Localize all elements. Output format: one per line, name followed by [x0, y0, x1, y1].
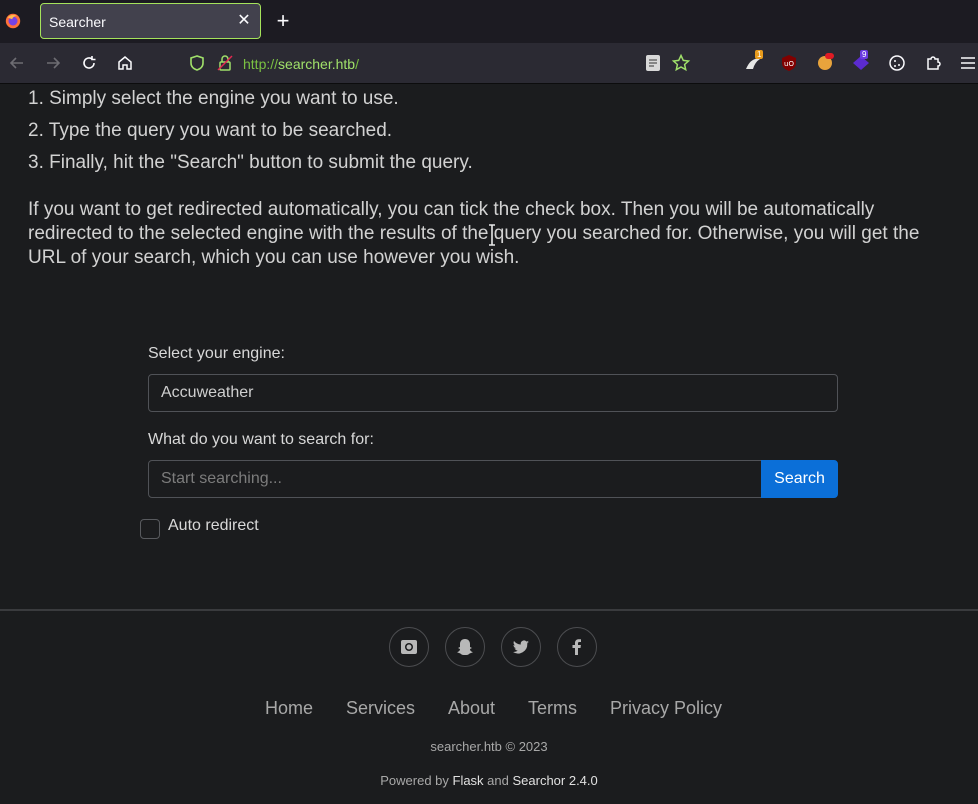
instagram-link[interactable] — [389, 627, 429, 667]
facebook-icon — [572, 639, 581, 655]
reader-view-icon[interactable] — [645, 54, 661, 72]
footer-divider — [0, 609, 978, 611]
instruction-step: 1. Simply select the engine you want to … — [28, 88, 399, 109]
snapchat-link[interactable] — [445, 627, 485, 667]
ublock-origin-icon[interactable]: uO — [779, 53, 799, 73]
instagram-icon — [401, 640, 417, 654]
url-scheme: http:// — [243, 56, 279, 72]
menu-hamburger-icon[interactable] — [959, 53, 977, 73]
url-field[interactable]: http://searcher.htb/ — [243, 56, 359, 72]
engine-select[interactable]: Accuweather — [148, 374, 838, 412]
powered-and: and — [483, 773, 513, 788]
engine-label: Select your engine: — [148, 345, 285, 362]
search-button[interactable]: Search — [761, 460, 838, 498]
tab-title: Searcher — [49, 14, 106, 30]
query-label: What do you want to search for: — [148, 431, 374, 448]
extension-3-icon[interactable] — [815, 51, 835, 71]
extension-badge: 1 — [755, 50, 764, 59]
firefox-logo-icon[interactable] — [4, 12, 22, 30]
powered-prefix: Powered by — [380, 773, 453, 788]
extensions-puzzle-icon[interactable] — [923, 53, 943, 73]
back-icon[interactable] — [7, 53, 27, 73]
cookie-icon[interactable] — [887, 53, 907, 73]
reload-icon[interactable] — [79, 53, 99, 73]
snapchat-icon — [457, 639, 473, 655]
bookmark-star-icon[interactable] — [671, 53, 691, 73]
browser-tab[interactable]: Searcher ✕ — [40, 3, 261, 39]
tab-bar: Searcher ✕ + — [0, 0, 978, 43]
twitter-link[interactable] — [501, 627, 541, 667]
footer-link-privacy-policy[interactable]: Privacy Policy — [610, 698, 722, 719]
tab-close-icon[interactable]: ✕ — [236, 10, 252, 32]
footer-link-terms[interactable]: Terms — [528, 698, 577, 719]
extension-badge: 9 — [860, 50, 869, 59]
powered-by-text: Powered by Flask and Searchor 2.4.0 — [0, 773, 978, 788]
footer-link-home[interactable]: Home — [265, 698, 313, 719]
auto-redirect-checkbox[interactable] — [140, 519, 160, 539]
insecure-lock-icon[interactable] — [215, 53, 235, 73]
instruction-step: 2. Type the query you want to be searche… — [28, 120, 393, 141]
instruction-step: 3. Finally, hit the "Search" button to s… — [28, 152, 473, 173]
auto-redirect-label: Auto redirect — [168, 517, 259, 534]
flask-link[interactable]: Flask — [453, 773, 484, 788]
shield-icon[interactable] — [187, 53, 207, 73]
page-content: 1. Simply select the engine you want to … — [0, 84, 978, 804]
copyright-text: searcher.htb © 2023 — [430, 739, 548, 754]
footer-link-services[interactable]: Services — [346, 698, 415, 719]
searchor-link[interactable]: Searchor 2.4.0 — [512, 773, 597, 788]
new-tab-icon[interactable]: + — [272, 8, 294, 34]
footer-link-about[interactable]: About — [448, 698, 495, 719]
twitter-icon — [513, 640, 529, 654]
facebook-link[interactable] — [557, 627, 597, 667]
url-path: / — [355, 56, 359, 72]
text-cursor-icon — [489, 224, 495, 246]
svg-text:uO: uO — [784, 60, 794, 68]
url-host: searcher.htb — [278, 56, 356, 72]
home-icon[interactable] — [115, 53, 135, 73]
forward-icon[interactable] — [43, 53, 63, 73]
search-input[interactable] — [148, 460, 762, 498]
